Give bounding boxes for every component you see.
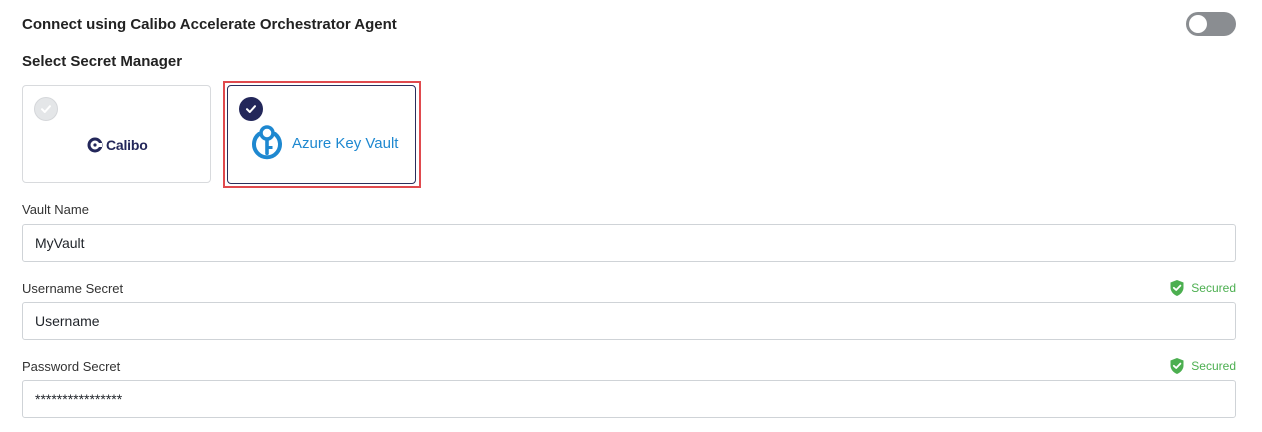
agent-connection-toggle[interactable] bbox=[1186, 12, 1236, 36]
secret-manager-title: Select Secret Manager bbox=[22, 53, 183, 70]
password-secured-badge: Secured bbox=[1169, 357, 1236, 375]
password-secret-input[interactable]: **************** bbox=[22, 380, 1236, 418]
shield-check-icon bbox=[1170, 358, 1184, 374]
calibo-logo: Calibo bbox=[87, 137, 148, 153]
username-secret-input[interactable]: Username bbox=[22, 302, 1236, 340]
azure-key-vault-icon bbox=[252, 125, 282, 160]
agent-connection-row: Connect using Calibo Accelerate Orchestr… bbox=[22, 12, 1236, 36]
vault-name-label: Vault Name bbox=[22, 202, 89, 217]
calibo-logo-text: Calibo bbox=[106, 137, 148, 153]
azure-key-vault-logo-text: Azure Key Vault bbox=[292, 134, 399, 152]
vault-name-input[interactable]: MyVault bbox=[22, 224, 1236, 262]
check-circle-icon bbox=[34, 97, 58, 121]
username-secured-badge: Secured bbox=[1169, 279, 1236, 297]
secured-label: Secured bbox=[1191, 359, 1236, 373]
shield-check-icon bbox=[1170, 280, 1184, 296]
secret-manager-option-azure-key-vault[interactable]: Azure Key Vault bbox=[227, 85, 416, 184]
azure-key-vault-logo: Azure Key Vault bbox=[250, 124, 398, 162]
toggle-knob bbox=[1189, 15, 1207, 33]
secured-label: Secured bbox=[1191, 281, 1236, 295]
calibo-logo-icon bbox=[87, 137, 103, 153]
username-secret-label: Username Secret bbox=[22, 281, 124, 296]
password-secret-label: Password Secret bbox=[22, 359, 121, 374]
check-circle-icon bbox=[239, 97, 263, 121]
agent-connection-label: Connect using Calibo Accelerate Orchestr… bbox=[22, 16, 397, 33]
secret-manager-option-calibo[interactable]: Calibo bbox=[22, 85, 211, 183]
